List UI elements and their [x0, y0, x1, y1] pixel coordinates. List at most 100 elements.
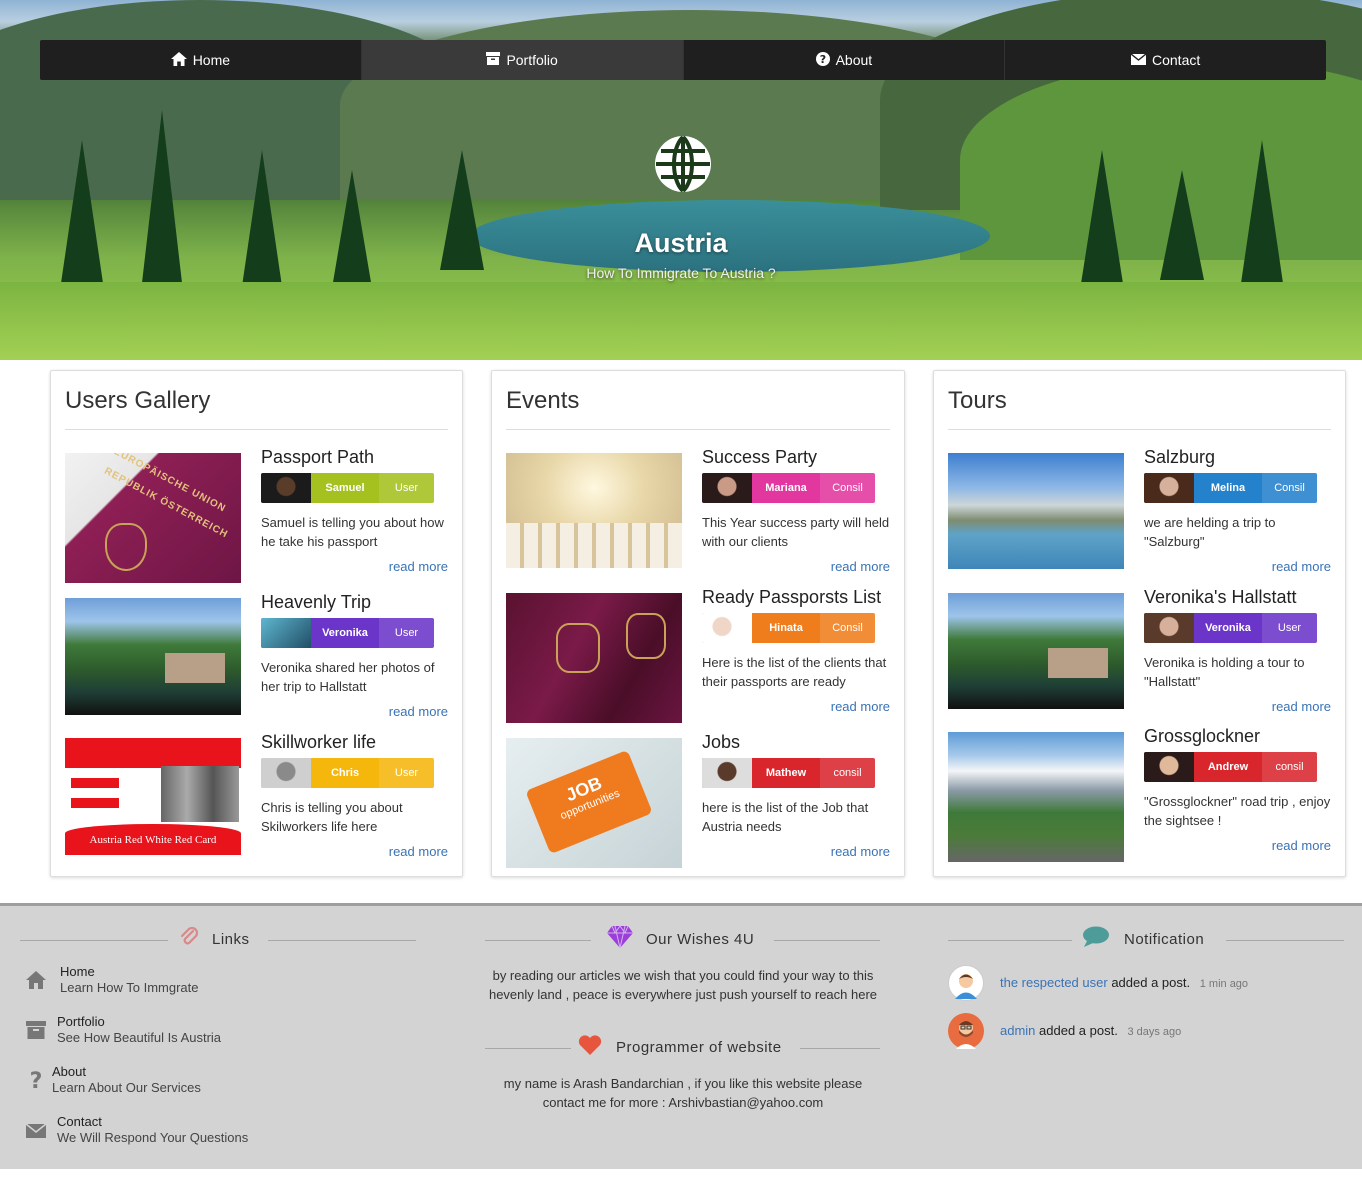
notification-time: 3 days ago	[1127, 1026, 1182, 1038]
nav-home[interactable]: Home	[40, 40, 362, 80]
user-badge[interactable]: Hinata Consil	[702, 613, 875, 643]
hallstatt-image[interactable]	[948, 593, 1124, 709]
programmer-title: Programmer of website	[616, 1038, 782, 1056]
footer-link-contact[interactable]: Contact We Will Respond Your Questions	[20, 1114, 320, 1154]
user-badge[interactable]: Mathew consil	[702, 758, 875, 788]
read-more-link[interactable]: read more	[831, 844, 890, 859]
user-badge[interactable]: Veronika User	[1144, 613, 1317, 643]
read-more-link[interactable]: read more	[1272, 838, 1331, 853]
red-card-caption: Austria Red White Red Card	[65, 824, 241, 855]
passport-image[interactable]: EUROPÄISCHE UNION REPUBLIK ÖSTERREICH	[65, 453, 241, 583]
badge-name: Veronika	[1205, 622, 1251, 634]
item-text: here is the list of the Job that Austria…	[702, 800, 869, 834]
divider	[948, 429, 1331, 430]
home-icon	[24, 970, 48, 994]
item-text: Veronika is holding a tour to "Hallstatt…	[1144, 655, 1305, 689]
read-more-link[interactable]: read more	[389, 704, 448, 719]
list-item: Grossglockner Andrew consil "Grossglockn…	[948, 726, 1331, 864]
job-keyboard-image[interactable]: JOB opportunities	[506, 738, 682, 868]
list-item: EUROPÄISCHE UNION REPUBLIK ÖSTERREICH Pa…	[65, 447, 448, 585]
avatar	[702, 473, 752, 503]
link-name: About	[52, 1064, 86, 1079]
user-badge[interactable]: Chris User	[261, 758, 434, 788]
question-icon: ?	[815, 51, 830, 69]
grossglockner-image[interactable]	[948, 732, 1124, 862]
badge-role: consil	[820, 758, 875, 788]
home-icon	[170, 51, 187, 69]
item-title[interactable]: Veronika's Hallstatt	[1144, 587, 1297, 608]
avatar	[948, 965, 984, 1001]
badge-name: Chris	[330, 767, 360, 779]
svg-text:?: ?	[819, 53, 825, 66]
list-item: JOB opportunities Jobs Mathew consil her…	[506, 732, 890, 870]
nav-contact[interactable]: Contact	[1005, 40, 1326, 80]
item-title[interactable]: Jobs	[702, 732, 740, 753]
footer: Links Home Learn How To Immgrate Portfol…	[0, 903, 1362, 1169]
party-hall-image[interactable]	[506, 453, 682, 568]
links-heading: Links	[178, 926, 250, 952]
list-item: Veronika's Hallstatt Veronika User Veron…	[948, 587, 1331, 725]
badge-name: Veronika	[322, 627, 368, 639]
read-more-link[interactable]: read more	[1272, 559, 1331, 574]
item-title[interactable]: Grossglockner	[1144, 726, 1260, 747]
item-title[interactable]: Success Party	[702, 447, 817, 468]
badge-name: Mathew	[765, 767, 807, 779]
avatar	[261, 758, 311, 788]
item-title[interactable]: Ready Passporsts List	[702, 587, 881, 608]
avatar	[1144, 613, 1194, 643]
wishes-text: by reading our articles we wish that you…	[488, 968, 878, 1002]
heart-icon	[578, 1034, 602, 1060]
item-title[interactable]: Skillworker life	[261, 732, 376, 753]
footer-link-portfolio[interactable]: Portfolio See How Beautiful Is Austria	[20, 1014, 320, 1054]
nav-portfolio[interactable]: Portfolio	[361, 40, 684, 80]
badge-role: User	[379, 618, 434, 648]
notification-user-link[interactable]: admin	[1000, 1023, 1035, 1038]
user-badge[interactable]: Mariana Consil	[702, 473, 875, 503]
wishes-title: Our Wishes 4U	[646, 930, 755, 948]
footer-link-about[interactable]: ? About Learn About Our Services	[20, 1064, 320, 1104]
avatar	[702, 613, 752, 643]
notification-action: added a post.	[1111, 975, 1191, 990]
read-more-link[interactable]: read more	[389, 559, 448, 574]
page-title: Austria	[634, 228, 728, 258]
read-more-link[interactable]: read more	[389, 844, 448, 859]
user-badge[interactable]: Andrew consil	[1144, 752, 1317, 782]
users-gallery-panel: Users Gallery EUROPÄISCHE UNION REPUBLIK…	[50, 370, 463, 877]
avatar	[261, 473, 311, 503]
footer-link-home[interactable]: Home Learn How To Immgrate	[20, 964, 320, 1004]
hallstatt-image[interactable]	[65, 598, 241, 715]
notification-item: the respected user added a post. 1 min a…	[948, 965, 1348, 1001]
item-title[interactable]: Passport Path	[261, 447, 374, 468]
archive-icon	[24, 1020, 48, 1044]
user-badge[interactable]: Melina Consil	[1144, 473, 1317, 503]
item-title[interactable]: Heavenly Trip	[261, 592, 371, 613]
red-card-image[interactable]: Austria Red White Red Card	[65, 738, 241, 855]
nav-about[interactable]: ? About	[684, 40, 1006, 80]
item-text: Veronika shared her photos of her trip t…	[261, 660, 435, 694]
item-text: Here is the list of the clients that the…	[702, 655, 887, 689]
list-item: Ready Passporsts List Hinata Consil Here…	[506, 587, 890, 725]
divider	[485, 1048, 571, 1049]
user-badge[interactable]: Samuel User	[261, 473, 434, 503]
item-text: This Year success party will held with o…	[702, 515, 890, 549]
notification-user-link[interactable]: the respected user	[1000, 975, 1108, 990]
list-item: Success Party Mariana Consil This Year s…	[506, 447, 890, 585]
item-text: Chris is telling you about Skilworkers l…	[261, 800, 403, 834]
list-item: Austria Red White Red Card Skillworker l…	[65, 732, 448, 870]
passports-image[interactable]	[506, 593, 682, 723]
notification-title: Notification	[1124, 930, 1205, 948]
nav-contact-label: Contact	[1152, 52, 1201, 68]
link-desc: Learn About Our Services	[52, 1080, 201, 1095]
link-name: Contact	[57, 1114, 102, 1129]
item-title[interactable]: Salzburg	[1144, 447, 1215, 468]
read-more-link[interactable]: read more	[831, 699, 890, 714]
salzburg-image[interactable]	[948, 453, 1124, 569]
events-panel: Events Success Party Mariana Consil This…	[491, 370, 905, 877]
badge-role: Consil	[820, 473, 875, 503]
wishes-heading: Our Wishes 4U	[606, 925, 755, 952]
link-desc: See How Beautiful Is Austria	[57, 1030, 222, 1045]
read-more-link[interactable]: read more	[831, 559, 890, 574]
read-more-link[interactable]: read more	[1272, 699, 1331, 714]
item-text: Samuel is telling you about how he take …	[261, 515, 444, 549]
user-badge[interactable]: Veronika User	[261, 618, 434, 648]
